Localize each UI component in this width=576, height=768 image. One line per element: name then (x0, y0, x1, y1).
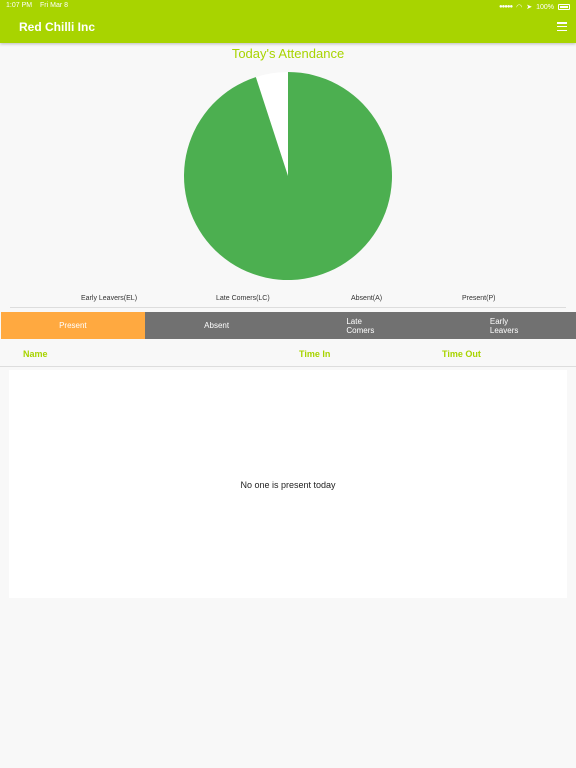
column-header-time-out: Time Out (442, 349, 481, 359)
app-title: Red Chilli Inc (19, 20, 96, 34)
tab-present[interactable]: Present (1, 312, 145, 339)
tab-absent-label: Absent (204, 321, 230, 330)
status-date: Fri Mar 8 (40, 2, 69, 9)
hamburger-menu-icon[interactable] (557, 22, 567, 31)
legend-late-comers: Late Comers(LC) (216, 295, 270, 302)
attendance-list: No one is present today (9, 370, 567, 598)
chart-legend: Early Leavers(EL) Late Comers(LC) Absent… (0, 295, 576, 305)
tab-early-leavers[interactable]: Early Leavers (432, 312, 576, 339)
attendance-pie-chart (184, 72, 392, 280)
divider (10, 307, 566, 308)
attendance-tabs: Present Absent Late Comers Early Leavers (1, 312, 576, 339)
app-header: 1:07 PM Fri Mar 8 ●●●●● ◠ ➤ 100% Red Chi… (0, 0, 576, 43)
tab-late-comers[interactable]: Late Comers (288, 312, 433, 339)
chart-title: Today's Attendance (231, 46, 345, 61)
column-header-name: Name (23, 349, 48, 359)
legend-present: Present(P) (462, 295, 496, 302)
status-bar: 1:07 PM Fri Mar 8 ●●●●● ◠ ➤ 100% (6, 2, 570, 12)
tab-late-comers-label: Late Comers (346, 316, 375, 335)
wifi-icon: ◠ (516, 4, 523, 11)
pie-slice-absent-a (184, 72, 392, 280)
battery-icon (558, 4, 570, 10)
table-header: Name Time In Time Out (0, 341, 576, 367)
battery-level: 100% (536, 3, 554, 11)
legend-early-leavers: Early Leavers(EL) (81, 295, 138, 302)
tab-early-leavers-label: Early Leavers (489, 316, 519, 335)
status-time: 1:07 PM (6, 2, 33, 9)
legend-absent: Absent(A) (351, 295, 383, 302)
tab-absent[interactable]: Absent (144, 312, 289, 339)
column-header-time-in: Time In (299, 349, 331, 359)
signal-icon: ●●●●● (498, 4, 513, 10)
tab-present-label: Present (59, 321, 87, 330)
empty-state-message: No one is present today (240, 480, 336, 490)
location-icon: ➤ (526, 4, 533, 11)
